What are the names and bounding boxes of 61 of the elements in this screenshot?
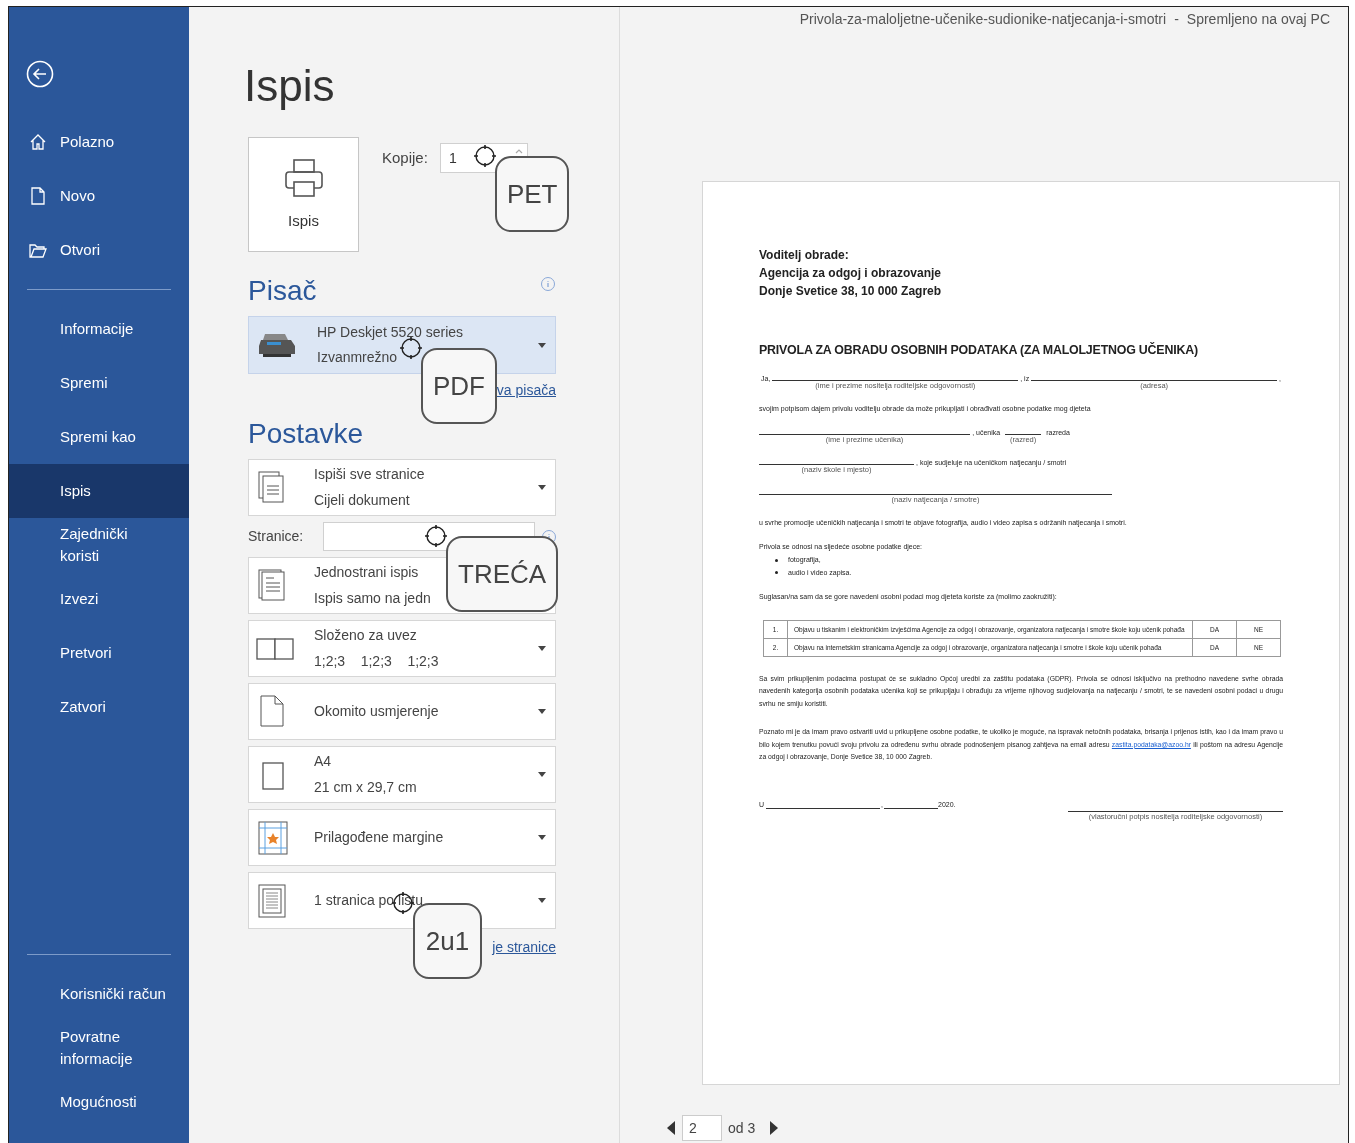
printer-dropdown[interactable]: HP Deskjet 5520 series Izvanmrežno — [248, 316, 556, 374]
crosshair-icon — [424, 524, 448, 548]
sidebar-item[interactable]: Spremi — [9, 356, 189, 410]
sidebar-item[interactable]: Polazno — [9, 115, 189, 169]
print-button[interactable]: Ispis — [248, 137, 359, 252]
sidebar-item[interactable]: Novo — [9, 169, 189, 223]
sidebar-item[interactable]: Spremi kao — [9, 410, 189, 464]
sidebar-item[interactable]: Zatvori — [9, 680, 189, 734]
settings-dropdown[interactable]: Prilagođene margine — [248, 809, 556, 866]
section-heading: Postavke — [248, 417, 364, 451]
bullet-icon — [775, 558, 778, 562]
pages-label: Stranice: — [248, 527, 305, 546]
callout-tooltip: PDF — [421, 348, 497, 424]
document-title: PRIVOLA ZA OBRADU OSOBNIH PODATAKA (ZA MALOLJETNOG UČENIKA) — [759, 342, 1199, 359]
sidebar-item[interactable]: Korisnički račun — [9, 967, 189, 1021]
copies-label: Kopije: — [382, 148, 428, 168]
document-icon — [28, 186, 48, 206]
sidebar-item[interactable]: Povratne informacije — [9, 1021, 189, 1075]
title-separator: - — [1174, 9, 1179, 29]
back-button[interactable] — [25, 59, 55, 89]
sender-line: Voditelj obrade: — [759, 247, 850, 264]
sidebar-item[interactable]: Otvori — [9, 223, 189, 277]
settings-dropdown[interactable]: Ispiši sve stranice Cijeli dokument — [248, 459, 556, 516]
save-status: Spremljeno na ovaj PC — [1186, 9, 1330, 29]
caret-icon — [537, 897, 547, 904]
sidebar-item[interactable]: Ispis — [9, 464, 189, 518]
sender-line: Donje Svetice 38, 10 000 Zagreb — [759, 283, 943, 300]
right-arrow-icon — [769, 1120, 780, 1136]
sender-line: Agencija za odgoj i obrazovanje — [759, 265, 943, 282]
caret-icon — [537, 708, 547, 715]
settings-dropdown[interactable]: Okomito usmjerenje — [248, 683, 556, 740]
printer-properties-link[interactable]: va pisača — [496, 380, 556, 401]
next-page-button[interactable] — [769, 1120, 780, 1136]
bullet-icon — [775, 571, 778, 575]
caret-icon — [537, 771, 547, 778]
home-icon — [28, 132, 48, 152]
sidebar-item[interactable]: Informacije — [9, 302, 189, 356]
sidebar-item[interactable]: Pretvori — [9, 626, 189, 680]
callout-tooltip: PET — [494, 156, 570, 232]
sidebar-item[interactable]: Izvezi — [9, 572, 189, 626]
page-number-field[interactable]: 2 — [682, 1115, 722, 1141]
sidebar-item[interactable]: Zajednički koristi — [9, 518, 189, 572]
callout-tooltip: TREĆA — [446, 536, 559, 612]
caret-icon — [537, 484, 547, 491]
left-arrow-icon — [666, 1120, 676, 1136]
settings-dropdown[interactable]: A4 21 cm x 29,7 cm — [248, 746, 556, 803]
crosshair-icon — [399, 336, 423, 360]
caret-icon — [537, 834, 547, 841]
document-title: Privola-za-maloljetne-učenike-sudionike-natjecanja-i-smotri — [799, 9, 1167, 29]
crosshair-icon — [472, 144, 497, 168]
back-icon — [26, 60, 54, 88]
page-count: od 3 — [728, 1118, 756, 1138]
sidebar-item[interactable]: Mogućnosti — [9, 1075, 189, 1129]
page-heading: Ispis — [244, 60, 336, 112]
caret-icon — [537, 341, 547, 349]
info-icon — [540, 276, 556, 292]
caret-icon — [537, 645, 547, 652]
settings-dropdown[interactable]: Složeno za uvez 1;2;3 1;2;3 1;2;3 — [248, 620, 556, 677]
previous-page-button[interactable] — [666, 1120, 676, 1136]
section-heading: Pisač — [248, 274, 317, 308]
page-setup-link[interactable]: je stranice — [492, 937, 556, 958]
